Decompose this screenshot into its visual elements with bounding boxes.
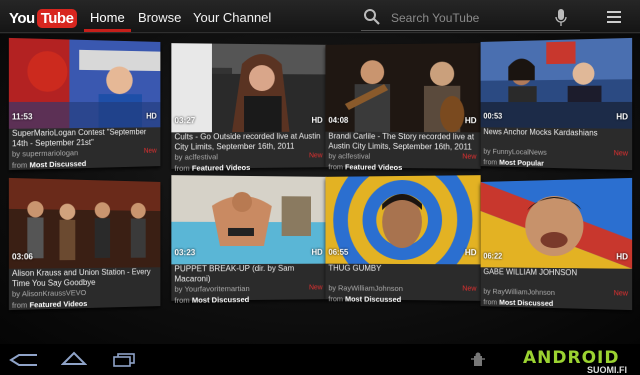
video-title[interactable]: GABE WILLIAM JOHNSON <box>483 267 629 279</box>
video-source: from Featured Videos <box>174 162 251 173</box>
video-thumbnail[interactable]: 06:55 HD <box>325 175 481 265</box>
video-title[interactable]: News Anchor Mocks Kardashians <box>483 127 629 139</box>
logo-you: You <box>9 9 35 27</box>
video-thumbnail[interactable]: 04:08 HD <box>325 43 481 133</box>
back-icon[interactable] <box>9 353 39 367</box>
video-duration: 06:55 <box>328 247 349 257</box>
video-thumbnail[interactable]: 03:27 HD <box>171 43 327 133</box>
video-card[interactable]: 11:53 HD SuperMarioLogan Contest "Septem… <box>8 37 161 171</box>
hd-badge: HD <box>311 115 323 125</box>
video-duration: 03:27 <box>174 116 196 126</box>
new-badge: New <box>462 153 477 161</box>
video-thumbnail[interactable]: 06:22 HD <box>480 177 633 269</box>
video-duration: 11:53 <box>11 112 33 122</box>
new-badge: New <box>613 150 629 158</box>
search-bar[interactable] <box>361 6 580 31</box>
video-duration: 04:08 <box>328 115 349 125</box>
hd-badge: HD <box>616 112 629 122</box>
video-uploader[interactable]: by RayWilliamJohnson <box>483 287 554 297</box>
video-uploader[interactable]: by Yourfavoritemartian <box>174 284 249 294</box>
hd-badge: HD <box>311 247 323 257</box>
microphone-icon[interactable] <box>554 8 568 28</box>
watermark-sub: SUOMI.FI <box>587 365 627 375</box>
new-badge: New <box>309 284 323 292</box>
video-uploader[interactable]: by aclfestival <box>328 151 370 160</box>
video-title[interactable]: Brandi Carlile - The Story recorded live… <box>328 132 477 153</box>
video-card[interactable]: 06:22 HD GABE WILLIAM JOHNSON by RayWill… <box>480 177 633 311</box>
search-icon[interactable] <box>363 8 381 26</box>
video-card[interactable]: 03:27 HD Cults - Go Outside recorded liv… <box>171 43 327 173</box>
watermark-logo: ANDROID SUOMI.FI <box>523 348 633 375</box>
new-badge: New <box>309 152 323 160</box>
search-input[interactable] <box>391 9 551 27</box>
video-uploader[interactable]: by RayWilliamJohnson <box>328 283 402 293</box>
video-title[interactable]: Alison Krauss and Union Station - Every … <box>12 267 158 289</box>
video-uploader[interactable]: by AlisonKraussVEVO <box>12 288 86 299</box>
video-source: from Most Discussed <box>328 294 402 304</box>
video-source: from Most Discussed <box>483 297 554 308</box>
video-duration: 03:23 <box>174 248 196 258</box>
hd-badge: HD <box>146 111 157 121</box>
recent-apps-icon[interactable] <box>112 353 136 367</box>
video-card[interactable]: 04:08 HD Brandi Carlile - The Story reco… <box>325 43 481 173</box>
video-duration: 06:22 <box>483 251 503 261</box>
home-icon[interactable] <box>61 350 87 366</box>
tab-your-channel[interactable]: Your Channel <box>193 10 271 25</box>
video-title[interactable]: SuperMarioLogan Contest "September 14th … <box>12 127 158 149</box>
hd-badge: HD <box>464 116 477 126</box>
video-card[interactable]: 00:53 HD News Anchor Mocks Kardashians b… <box>480 37 633 171</box>
video-thumbnail[interactable]: 00:53 HD <box>480 37 633 129</box>
video-title[interactable]: THUG GUMBY <box>328 264 477 275</box>
youtube-logo[interactable]: You Tube <box>9 7 78 29</box>
tab-home[interactable]: Home <box>90 10 125 25</box>
video-thumbnail[interactable]: 03:23 HD <box>171 175 327 265</box>
new-badge: New <box>143 147 157 155</box>
video-uploader[interactable]: by aclfestival <box>174 152 218 161</box>
video-card[interactable]: 03:23 HD PUPPET BREAK-UP (dir. by Sam Ma… <box>171 175 327 305</box>
hd-badge: HD <box>616 252 629 262</box>
debug-icon <box>471 352 485 366</box>
video-uploader[interactable]: by FunnyLocalNews <box>483 147 546 157</box>
video-thumbnail[interactable]: 03:06 <box>8 177 161 269</box>
hd-badge: HD <box>464 248 477 258</box>
logo-tube: Tube <box>36 8 78 28</box>
video-source: from Most Popular <box>483 157 544 168</box>
tab-browse[interactable]: Browse <box>138 10 181 25</box>
video-thumbnail[interactable]: 11:53 HD <box>8 37 161 129</box>
video-source: from Featured Videos <box>328 162 403 173</box>
action-bar: You Tube Home Browse Your Channel <box>0 0 640 34</box>
video-title[interactable]: Cults - Go Outside recorded live at Aust… <box>174 132 323 153</box>
video-duration: 03:06 <box>11 252 33 262</box>
new-badge: New <box>613 290 629 298</box>
video-card[interactable]: 06:55 HD THUG GUMBY by RayWilliamJohnson… <box>325 175 481 304</box>
video-source: from Most Discussed <box>174 295 250 305</box>
menu-icon[interactable] <box>606 9 622 25</box>
new-badge: New <box>462 285 477 293</box>
video-uploader[interactable]: by supermariologan <box>12 148 78 158</box>
video-duration: 00:53 <box>483 111 503 121</box>
video-card[interactable]: 03:06 Alison Krauss and Union Station - … <box>8 177 161 311</box>
video-title[interactable]: PUPPET BREAK-UP (dir. by Sam Macaroni) <box>174 264 323 285</box>
divider <box>0 32 640 33</box>
